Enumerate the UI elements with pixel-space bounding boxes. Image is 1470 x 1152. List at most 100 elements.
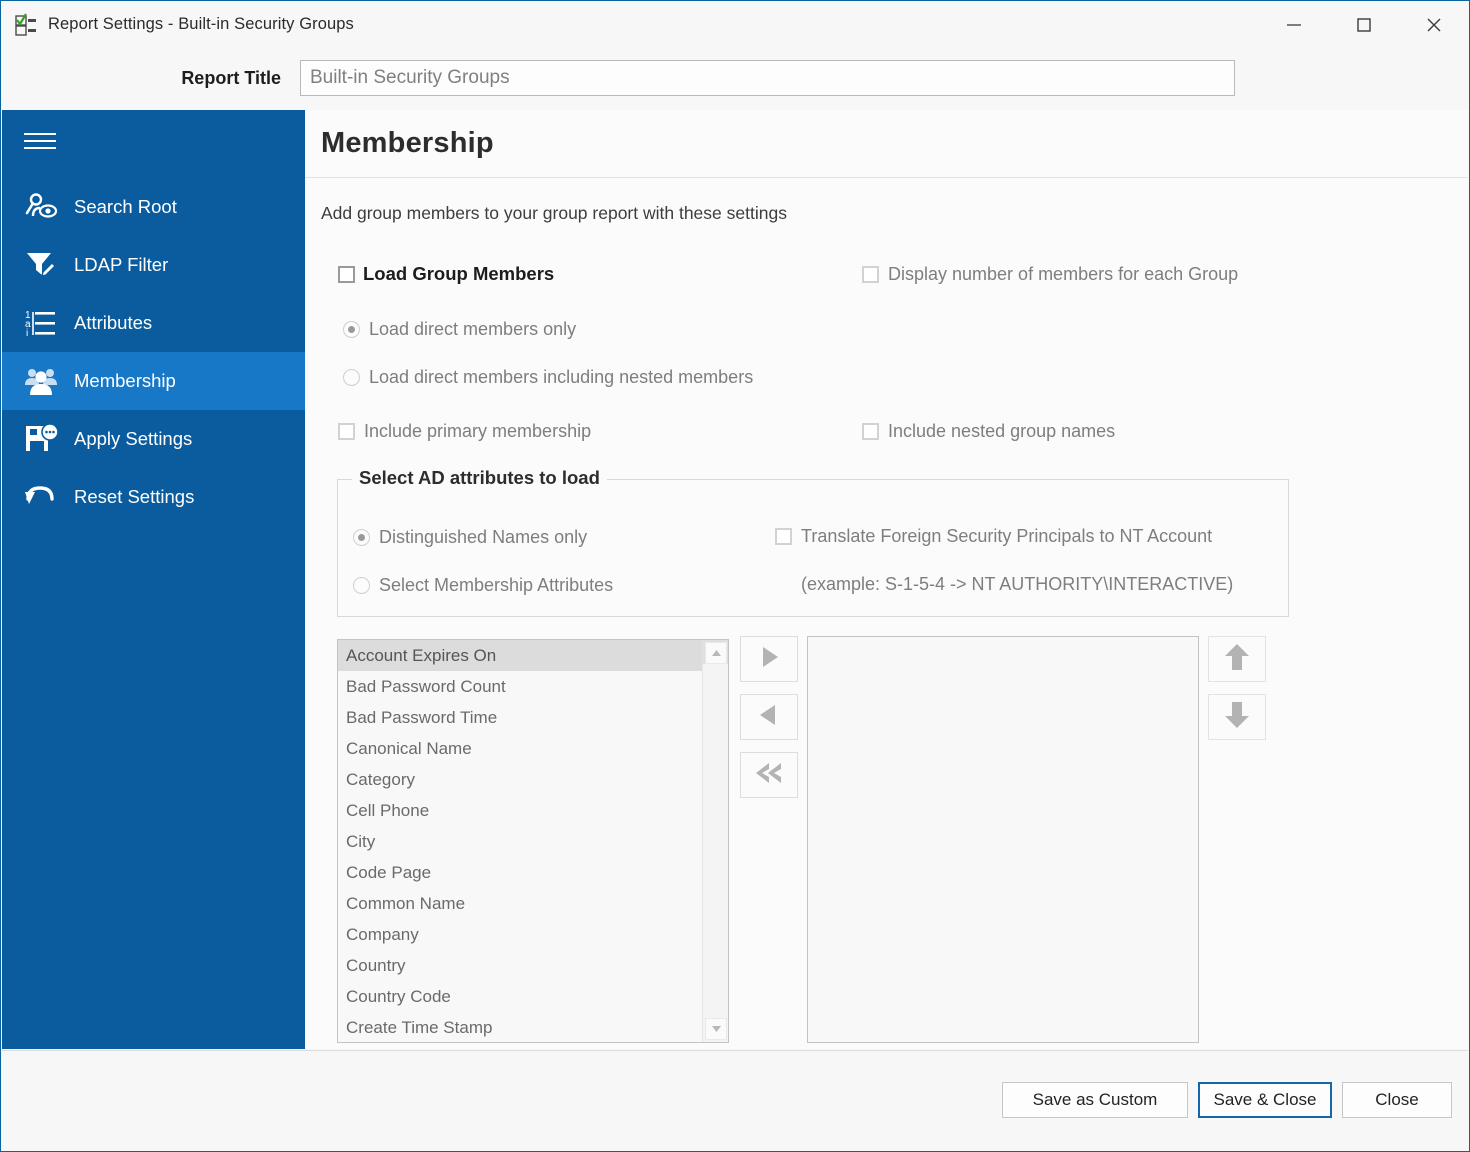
checkbox-box [338, 265, 355, 283]
radio-label: Load direct members only [369, 319, 577, 339]
remove-all-button[interactable] [740, 752, 798, 798]
list-item[interactable]: Category [338, 764, 728, 795]
list-item[interactable]: City [338, 826, 728, 857]
distinguished-names-only-radio[interactable]: Distinguished Names only [353, 527, 587, 548]
list-item[interactable]: Code Page [338, 857, 728, 888]
window-title: Report Settings - Built-in Security Grou… [48, 15, 354, 33]
footer-bar: Save as Custom Save & Close Close [2, 1050, 1468, 1150]
content-panel: Membership Add group members to your gro… [305, 110, 1468, 1049]
report-title-row: Report Title [1, 48, 1469, 109]
available-attributes-listbox[interactable]: Account Expires On Bad Password Count Bad … [337, 639, 729, 1043]
list-item[interactable]: Cell Phone [338, 795, 728, 826]
selected-attributes-listbox[interactable] [807, 636, 1199, 1043]
load-group-members-checkbox[interactable]: Load Group Members [338, 263, 554, 285]
report-settings-window: Report Settings - Built-in Security Grou… [0, 0, 1470, 1152]
list-item[interactable]: Country Code [338, 981, 728, 1012]
list-item[interactable]: Canonical Name [338, 733, 728, 764]
minimize-button[interactable] [1259, 1, 1329, 48]
svg-text:i: i [26, 328, 28, 339]
hamburger-menu-button[interactable] [2, 110, 305, 172]
select-membership-attributes-radio[interactable]: Select Membership Attributes [353, 575, 613, 596]
page-subtitle: Add group members to your group report w… [321, 203, 787, 223]
sidebar-item-label: Search Root [74, 196, 177, 217]
checklist-icon [14, 12, 38, 37]
checkbox-label: Display number of members for each Group [888, 264, 1239, 284]
members-group-icon [20, 364, 62, 398]
list-item[interactable]: Common Name [338, 888, 728, 919]
page-title: Membership [321, 127, 494, 159]
scroll-down-arrow-icon[interactable] [705, 1018, 727, 1040]
list-item[interactable]: Create Time Stamp [338, 1012, 728, 1042]
move-down-button[interactable] [1208, 694, 1266, 740]
remove-button[interactable] [740, 694, 798, 740]
sidebar: Search Root LDAP Filter 1 a i Attributes… [2, 110, 305, 1049]
checkbox-box [338, 423, 355, 440]
checkbox-label: Load Group Members [363, 263, 555, 284]
sidebar-item-membership[interactable]: Membership [2, 352, 305, 410]
page-header: Membership [305, 110, 1468, 178]
list-item[interactable]: Bad Password Count [338, 671, 728, 702]
checkbox-label: Include primary membership [364, 421, 592, 441]
search-root-icon [20, 190, 62, 224]
translate-fsp-checkbox[interactable]: Translate Foreign Security Principals to… [775, 526, 1212, 547]
close-button-footer[interactable]: Close [1342, 1082, 1452, 1118]
radio-circle [353, 577, 370, 594]
list-item[interactable]: Country [338, 950, 728, 981]
include-primary-membership-checkbox[interactable]: Include primary membership [338, 421, 591, 442]
double-triangle-left-icon [752, 758, 786, 793]
sidebar-item-ldap-filter[interactable]: LDAP Filter [2, 236, 305, 294]
sidebar-item-label: Membership [74, 370, 176, 391]
list-item[interactable]: Account Expires On [338, 640, 728, 671]
report-title-label: Report Title [181, 68, 281, 88]
window-controls [1259, 1, 1469, 48]
maximize-button[interactable] [1329, 1, 1399, 48]
radio-label: Distinguished Names only [379, 527, 588, 547]
save-and-close-button[interactable]: Save & Close [1198, 1082, 1332, 1118]
radio-circle [343, 369, 360, 386]
filter-edit-icon [20, 248, 62, 282]
include-nested-group-names-checkbox[interactable]: Include nested group names [862, 421, 1115, 442]
sidebar-item-label: LDAP Filter [74, 254, 169, 275]
save-apply-icon [20, 422, 62, 456]
add-button[interactable] [740, 636, 798, 682]
move-up-button[interactable] [1208, 636, 1266, 682]
undo-reset-icon [20, 480, 62, 514]
radio-label: Select Membership Attributes [379, 575, 614, 595]
sidebar-item-apply-settings[interactable]: Apply Settings [2, 410, 305, 468]
hamburger-icon [24, 128, 56, 154]
sidebar-item-search-root[interactable]: Search Root [2, 178, 305, 236]
save-as-custom-button[interactable]: Save as Custom [1002, 1082, 1188, 1118]
list-item[interactable]: Company [338, 919, 728, 950]
select-ad-attributes-groupbox: Select AD attributes to load Distinguish… [337, 467, 1289, 617]
listbox-scrollbar[interactable] [702, 640, 728, 1042]
display-number-of-members-checkbox[interactable]: Display number of members for each Group [862, 264, 1238, 285]
radio-circle [353, 529, 370, 546]
radio-label: Load direct members including nested mem… [369, 367, 754, 387]
triangle-left-icon [754, 700, 784, 735]
triangle-right-icon [754, 642, 784, 677]
arrow-up-icon [1222, 641, 1252, 678]
sidebar-item-reset-settings[interactable]: Reset Settings [2, 468, 305, 526]
attributes-list-icon: 1 a i [20, 306, 62, 340]
arrow-down-icon [1222, 699, 1252, 736]
report-title-input[interactable] [300, 60, 1235, 96]
load-direct-members-only-radio[interactable]: Load direct members only [343, 319, 576, 340]
checkbox-label: Include nested group names [888, 421, 1116, 441]
listbox-items: Account Expires On Bad Password Count Bad … [338, 640, 728, 1042]
translate-fsp-example: (example: S-1-5-4 -> NT AUTHORITY\INTERA… [801, 574, 1234, 594]
sidebar-item-label: Reset Settings [74, 486, 195, 507]
radio-circle [343, 321, 360, 338]
checkbox-box [862, 266, 879, 283]
checkbox-box [775, 528, 792, 545]
list-item[interactable]: Bad Password Time [338, 702, 728, 733]
sidebar-item-attributes[interactable]: 1 a i Attributes [2, 294, 305, 352]
checkbox-box [862, 423, 879, 440]
checkbox-label: Translate Foreign Security Principals to… [801, 526, 1213, 546]
groupbox-title: Select AD attributes to load [352, 467, 607, 489]
load-direct-including-nested-radio[interactable]: Load direct members including nested mem… [343, 367, 753, 388]
close-button[interactable] [1399, 1, 1469, 48]
scroll-up-arrow-icon[interactable] [705, 642, 727, 664]
title-bar: Report Settings - Built-in Security Grou… [1, 1, 1469, 48]
sidebar-item-label: Attributes [74, 312, 153, 333]
sidebar-item-label: Apply Settings [74, 428, 193, 449]
